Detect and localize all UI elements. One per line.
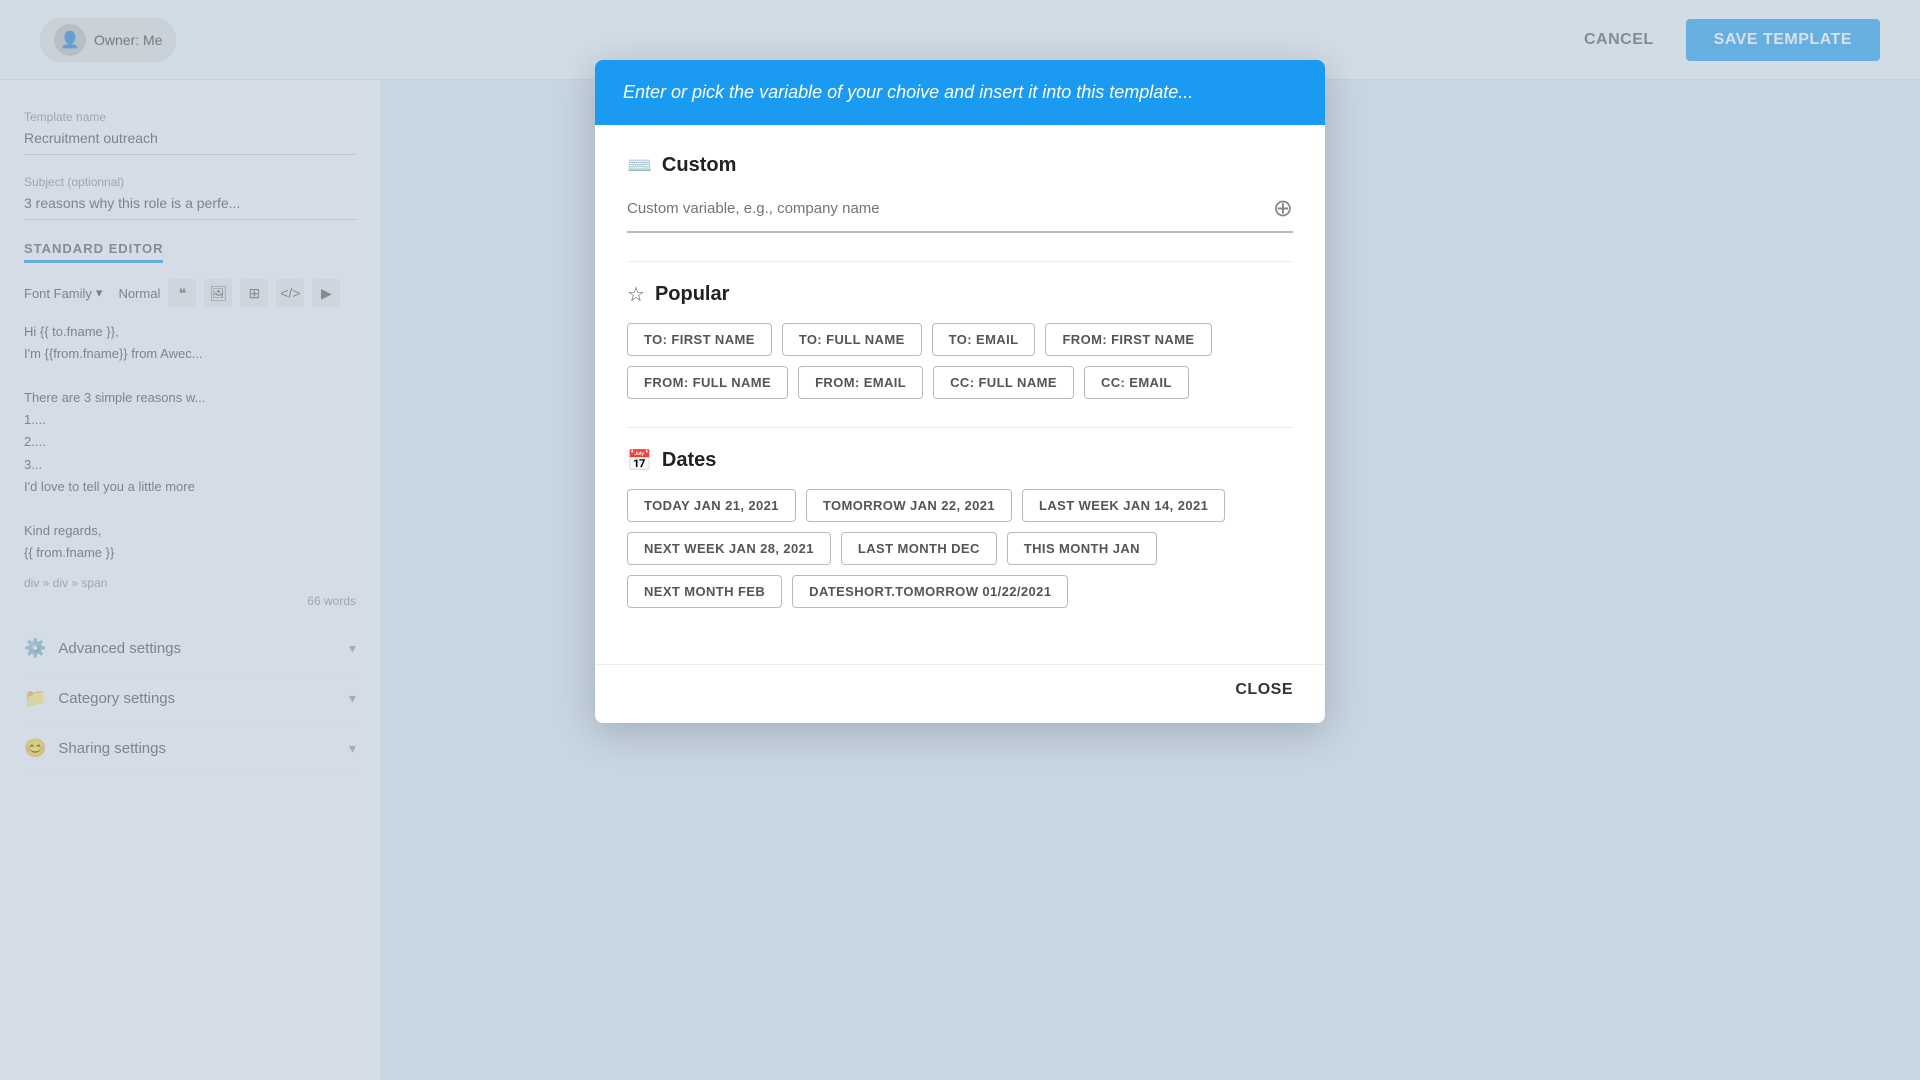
dates-title-row: 📅 Dates [627, 448, 1293, 473]
date-tag[interactable]: THIS MONTH JAN [1007, 532, 1157, 565]
variable-picker-modal: Enter or pick the variable of your choiv… [595, 60, 1325, 723]
dates-section-title: Dates [662, 449, 716, 472]
date-tag[interactable]: NEXT MONTH FEB [627, 575, 782, 608]
popular-tag[interactable]: TO: EMAIL [932, 323, 1036, 356]
popular-tag[interactable]: CC: FULL NAME [933, 366, 1074, 399]
custom-section: ⌨️ Custom ⊕ [627, 153, 1293, 233]
date-tag[interactable]: TOMORROW JAN 22, 2021 [806, 489, 1012, 522]
date-tag[interactable]: LAST WEEK JAN 14, 2021 [1022, 489, 1225, 522]
dates-section: 📅 Dates TODAY JAN 21, 2021 TOMORROW JAN 2… [627, 448, 1293, 608]
popular-title-row: ☆ Popular [627, 282, 1293, 307]
close-button[interactable]: CLOSE [1235, 681, 1293, 699]
popular-section-title: Popular [655, 283, 729, 306]
custom-variable-input[interactable] [627, 200, 1273, 217]
keyboard-icon: ⌨️ [627, 153, 652, 178]
add-variable-button[interactable]: ⊕ [1273, 194, 1293, 223]
date-tag[interactable]: LAST MONTH DEC [841, 532, 997, 565]
modal-body: ⌨️ Custom ⊕ ☆ Popular TO: FIRST NAMETO: … [595, 125, 1325, 664]
date-tag[interactable]: NEXT WEEK JAN 28, 2021 [627, 532, 831, 565]
calendar-icon: 📅 [627, 448, 652, 473]
dates-tags-row: TODAY JAN 21, 2021 TOMORROW JAN 22, 2021 L… [627, 489, 1293, 608]
divider-2 [627, 427, 1293, 428]
popular-tags-row: TO: FIRST NAME TO: FULL NAME TO: EMAIL FROM… [627, 323, 1293, 399]
popular-tag[interactable]: TO: FULL NAME [782, 323, 922, 356]
popular-tag[interactable]: CC: EMAIL [1084, 366, 1189, 399]
custom-input-row: ⊕ [627, 194, 1293, 233]
modal-header-text: Enter or pick the variable of your choiv… [623, 82, 1193, 102]
modal-header: Enter or pick the variable of your choiv… [595, 60, 1325, 125]
custom-title-row: ⌨️ Custom [627, 153, 1293, 178]
date-tag[interactable]: DATESHORT.TOMORROW 01/22/2021 [792, 575, 1068, 608]
popular-section: ☆ Popular TO: FIRST NAMETO: FULL NAMETO:… [627, 282, 1293, 399]
popular-tag[interactable]: FROM: FULL NAME [627, 366, 788, 399]
divider-1 [627, 261, 1293, 262]
star-icon: ☆ [627, 282, 645, 307]
popular-tag[interactable]: TO: FIRST NAME [627, 323, 772, 356]
popular-tag[interactable]: FROM: EMAIL [798, 366, 923, 399]
date-tag[interactable]: TODAY JAN 21, 2021 [627, 489, 796, 522]
modal-footer: CLOSE [595, 664, 1325, 723]
popular-tag[interactable]: FROM: FIRST NAME [1045, 323, 1211, 356]
custom-section-title: Custom [662, 154, 736, 177]
